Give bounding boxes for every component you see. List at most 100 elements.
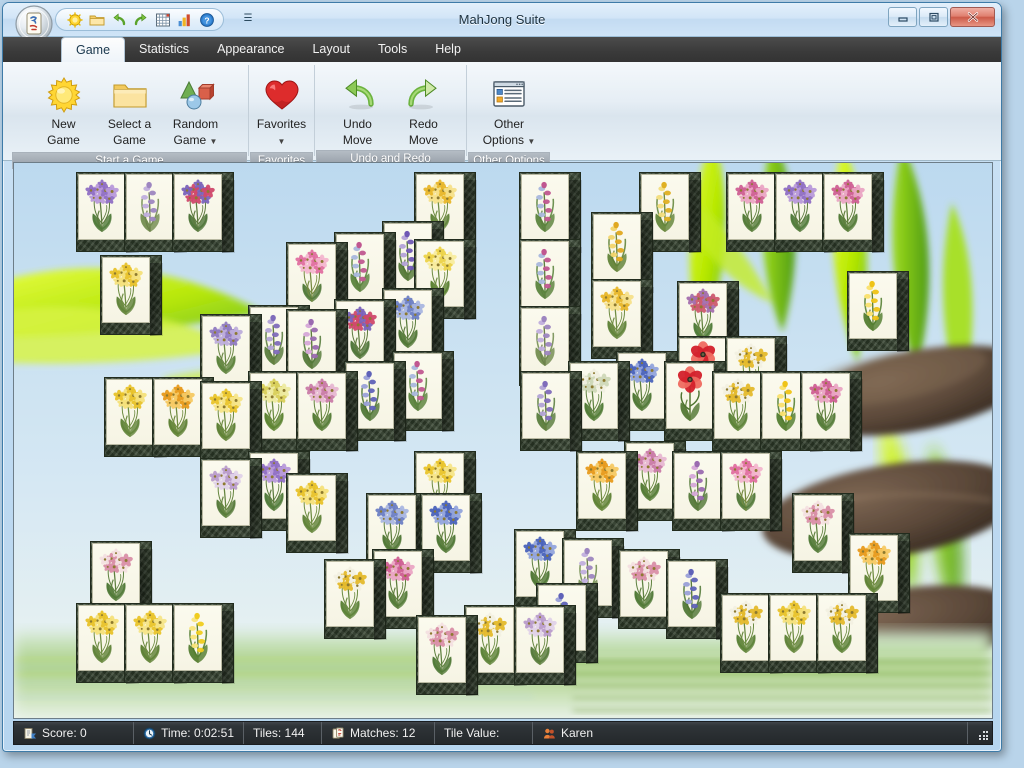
mahjong-tile[interactable] — [296, 371, 359, 452]
tile-face — [418, 617, 466, 683]
tile-flower-icon — [819, 596, 865, 660]
tile-flower-icon — [127, 606, 173, 670]
quick-access-toolbar: ? — [55, 8, 224, 31]
tile-flower-icon — [289, 476, 335, 540]
tile-flower-icon — [594, 215, 640, 279]
tile-face — [849, 273, 897, 339]
tab-appearance[interactable]: Appearance — [203, 37, 298, 62]
tile-face — [522, 373, 570, 439]
new-game-button[interactable]: New Game — [31, 69, 97, 150]
redo-arrow-icon — [405, 75, 443, 115]
qat-undo-icon[interactable] — [108, 10, 130, 29]
tile-face — [728, 174, 776, 240]
ribbon-tabstrip: Game Statistics Appearance Layout Tools … — [3, 37, 1001, 62]
mahjong-tile[interactable] — [172, 172, 235, 253]
status-time[interactable]: Time: 0:02:51 — [134, 722, 244, 744]
window-controls — [888, 7, 995, 27]
score-icon — [23, 726, 37, 740]
qat-new-game-icon[interactable] — [64, 10, 86, 29]
tile-face — [126, 605, 174, 671]
tile-face — [126, 174, 174, 240]
mahjong-tile[interactable] — [800, 371, 863, 452]
qat-redo-icon[interactable] — [130, 10, 152, 29]
tab-game[interactable]: Game — [61, 37, 126, 62]
resize-grip[interactable] — [973, 725, 989, 741]
mahjong-game-board[interactable] — [13, 162, 993, 719]
other-options-button[interactable]: Other Options ▼ — [471, 69, 547, 152]
tile-face — [102, 257, 150, 323]
favorites-button[interactable]: Favorites ▼ — [253, 69, 310, 152]
tab-statistics[interactable]: Statistics — [125, 37, 203, 62]
mahjong-tile[interactable] — [100, 255, 163, 336]
tile-face — [593, 214, 641, 280]
status-tiles[interactable]: Tiles: 144 — [244, 722, 322, 744]
mahjong-tile[interactable] — [822, 172, 885, 253]
mahjong-tile[interactable] — [200, 381, 263, 462]
tile-flower-icon — [289, 312, 335, 376]
chevron-down-icon[interactable]: ▼ — [527, 137, 535, 146]
status-score[interactable]: Score: 0 — [14, 722, 134, 744]
status-player[interactable]: Karen — [533, 722, 968, 744]
mahjong-tile[interactable] — [666, 559, 729, 640]
minimize-button[interactable] — [888, 7, 917, 27]
mahjong-tile[interactable] — [576, 451, 639, 532]
redo-move-button[interactable]: Redo Move — [391, 69, 457, 150]
chevron-down-icon[interactable]: ▼ — [210, 137, 218, 146]
heart-icon — [263, 75, 301, 115]
tile-flower-icon — [851, 536, 897, 600]
status-tile-value[interactable]: Tile Value: — [435, 722, 533, 744]
chevron-down-icon[interactable]: ▼ — [278, 137, 286, 146]
tile-face — [521, 308, 569, 374]
tile-flower-icon — [729, 175, 775, 239]
tile-face — [288, 311, 336, 377]
select-a-game-button[interactable]: Select a Game — [97, 69, 163, 150]
tab-help[interactable]: Help — [421, 37, 475, 62]
maximize-button[interactable] — [919, 7, 948, 27]
mahjong-tile[interactable] — [792, 493, 855, 574]
tile-face — [174, 605, 222, 671]
undo-move-label-1: Undo — [343, 117, 372, 131]
tile-face — [288, 244, 336, 310]
undo-move-label-2: Move — [342, 133, 373, 147]
tab-tools[interactable]: Tools — [364, 37, 421, 62]
close-button[interactable] — [950, 7, 995, 27]
player-icon — [542, 726, 556, 740]
tile-face — [298, 373, 346, 439]
mahjong-tile[interactable] — [514, 605, 577, 686]
other-options-label-2: Options ▼ — [483, 133, 536, 149]
mahjong-tile[interactable] — [200, 458, 263, 539]
mahjong-tile[interactable] — [847, 271, 910, 352]
tile-face — [516, 607, 564, 673]
qat-layout-grid-icon[interactable] — [152, 10, 174, 29]
tile-flower-icon — [723, 596, 769, 660]
tile-flower-icon — [667, 364, 713, 428]
tab-layout[interactable]: Layout — [298, 37, 364, 62]
status-tiles-text: Tiles: 144 — [253, 726, 305, 740]
tile-face — [824, 174, 872, 240]
qat-overflow-button[interactable]: ☰ — [241, 11, 255, 27]
mahjong-tile[interactable] — [591, 279, 654, 360]
qat-statistics-chart-icon[interactable] — [174, 10, 196, 29]
status-matches[interactable]: Matches: 12 — [322, 722, 435, 744]
mahjong-tile[interactable] — [324, 559, 387, 640]
tile-flower-icon — [777, 175, 823, 239]
tile-flower-icon — [79, 606, 125, 670]
mahjong-tile[interactable] — [520, 371, 583, 452]
tile-face — [578, 453, 626, 519]
qat-help-icon[interactable]: ? — [196, 10, 218, 29]
main-window: ? ☰ MahJong Suite Game Statistics Appear… — [2, 2, 1002, 752]
mahjong-tile[interactable] — [286, 473, 349, 554]
undo-move-button[interactable]: Undo Move — [325, 69, 391, 150]
random-game-button[interactable]: Random Game ▼ — [163, 69, 229, 152]
tile-flower-icon — [522, 309, 568, 373]
mahjong-tile[interactable] — [172, 603, 235, 684]
qat-open-folder-icon[interactable] — [86, 10, 108, 29]
tile-face — [674, 453, 722, 519]
mahjong-tile[interactable] — [816, 593, 879, 674]
mahjong-tile[interactable] — [416, 615, 479, 696]
shapes-3d-icon — [177, 75, 215, 115]
clock-icon — [143, 726, 156, 740]
new-game-label-2: Game — [47, 133, 80, 147]
tile-flower-icon — [825, 175, 871, 239]
mahjong-tile[interactable] — [720, 451, 783, 532]
